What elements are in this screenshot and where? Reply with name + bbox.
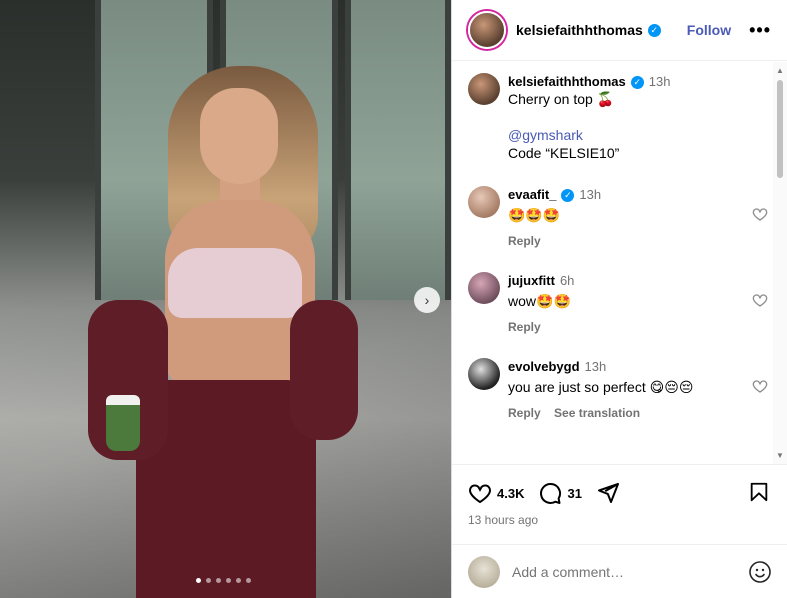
more-options-icon[interactable]: ••• [749, 20, 771, 41]
reply-button[interactable]: Reply [508, 320, 541, 334]
commenter-avatar[interactable] [468, 186, 500, 218]
comment-item: evaafit_ ✓ 13h 🤩🤩🤩 Reply [468, 186, 768, 248]
emoji-smiley-icon[interactable] [748, 560, 772, 584]
drink-cup [106, 395, 140, 451]
commenter-username[interactable]: jujuxfitt [508, 273, 555, 288]
carousel-dot [226, 578, 231, 583]
verified-badge-icon: ✓ [647, 23, 661, 37]
like-heart-icon[interactable] [468, 481, 492, 505]
reply-button[interactable]: Reply [508, 234, 541, 248]
commenter-avatar[interactable] [468, 358, 500, 390]
person-face [200, 88, 278, 184]
comment-bubble-icon[interactable] [538, 481, 562, 505]
comment-count[interactable]: 31 [567, 486, 581, 501]
save-bookmark-icon[interactable] [748, 481, 770, 503]
caption-avatar[interactable] [468, 73, 500, 105]
comments-list: kelsiefaithhthomas ✓ 13h Cherry on top 🍒 @… [452, 62, 772, 464]
comment-time[interactable]: 13h [585, 359, 607, 374]
post-image[interactable]: › [0, 0, 451, 598]
carousel-dot [206, 578, 211, 583]
like-comment-heart-icon[interactable] [752, 206, 768, 222]
carousel-dot [236, 578, 241, 583]
carousel-dot [216, 578, 221, 583]
follow-button[interactable]: Follow [687, 22, 731, 38]
chevron-right-icon: › [424, 292, 430, 308]
like-comment-heart-icon[interactable] [752, 292, 768, 308]
verified-badge-icon: ✓ [630, 75, 644, 89]
author-avatar[interactable] [468, 11, 506, 49]
carousel-next-button[interactable]: › [414, 287, 440, 313]
carousel-dot [246, 578, 251, 583]
add-comment-bar [452, 544, 787, 598]
verified-badge-icon: ✓ [561, 188, 575, 202]
caption-mention[interactable]: @gymshark [508, 126, 768, 144]
jacket-right [290, 300, 358, 440]
scroll-up-arrow-icon[interactable]: ▲ [776, 66, 784, 75]
comment-text: wow🤩🤩 [508, 293, 571, 309]
caption-username[interactable]: kelsiefaithhthomas [508, 74, 626, 89]
reply-button[interactable]: Reply [508, 406, 541, 420]
comment-time[interactable]: 13h [579, 187, 601, 202]
sports-bra [168, 248, 302, 318]
viewer-avatar [468, 555, 500, 588]
caption-code: Code “KELSIE10” [508, 145, 620, 161]
post-sidebar: kelsiefaithhthomas ✓ Follow ••• kelsiefa… [451, 0, 787, 598]
comment-time[interactable]: 6h [560, 273, 574, 288]
comment-item: evolvebygd 13h you are just so perfect 😋😔… [468, 358, 768, 420]
commenter-username[interactable]: evolvebygd [508, 359, 580, 374]
caption: kelsiefaithhthomas ✓ 13h Cherry on top 🍒 @… [468, 73, 768, 162]
caption-time[interactable]: 13h [649, 74, 671, 89]
see-translation-button[interactable]: See translation [554, 406, 640, 420]
carousel-dot [196, 578, 201, 583]
post-timestamp[interactable]: 13 hours ago [468, 513, 538, 527]
post-actions: 4.3K 31 13 hours ago [452, 464, 787, 544]
comment-item: jujuxfitt 6h wow🤩🤩 Reply [468, 272, 768, 334]
post-header: kelsiefaithhthomas ✓ Follow ••• [452, 0, 787, 61]
comment-text: 🤩🤩🤩 [508, 207, 561, 223]
scroll-down-arrow-icon[interactable]: ▼ [776, 451, 784, 460]
background-window [345, 0, 451, 300]
like-count[interactable]: 4.3K [497, 486, 524, 501]
comments-scrollbar[interactable]: ▲ ▼ [773, 62, 787, 464]
scrollbar-thumb[interactable] [777, 80, 783, 178]
commenter-username[interactable]: evaafit_ [508, 187, 556, 202]
add-comment-input[interactable] [512, 563, 712, 580]
like-comment-heart-icon[interactable] [752, 378, 768, 394]
commenter-avatar[interactable] [468, 272, 500, 304]
comment-text: you are just so perfect 😋😔😔 [508, 379, 694, 395]
author-username[interactable]: kelsiefaithhthomas [516, 22, 643, 38]
carousel-dots [196, 578, 251, 583]
share-paper-plane-icon[interactable] [596, 481, 620, 505]
caption-line: Cherry on top 🍒 [508, 91, 615, 107]
